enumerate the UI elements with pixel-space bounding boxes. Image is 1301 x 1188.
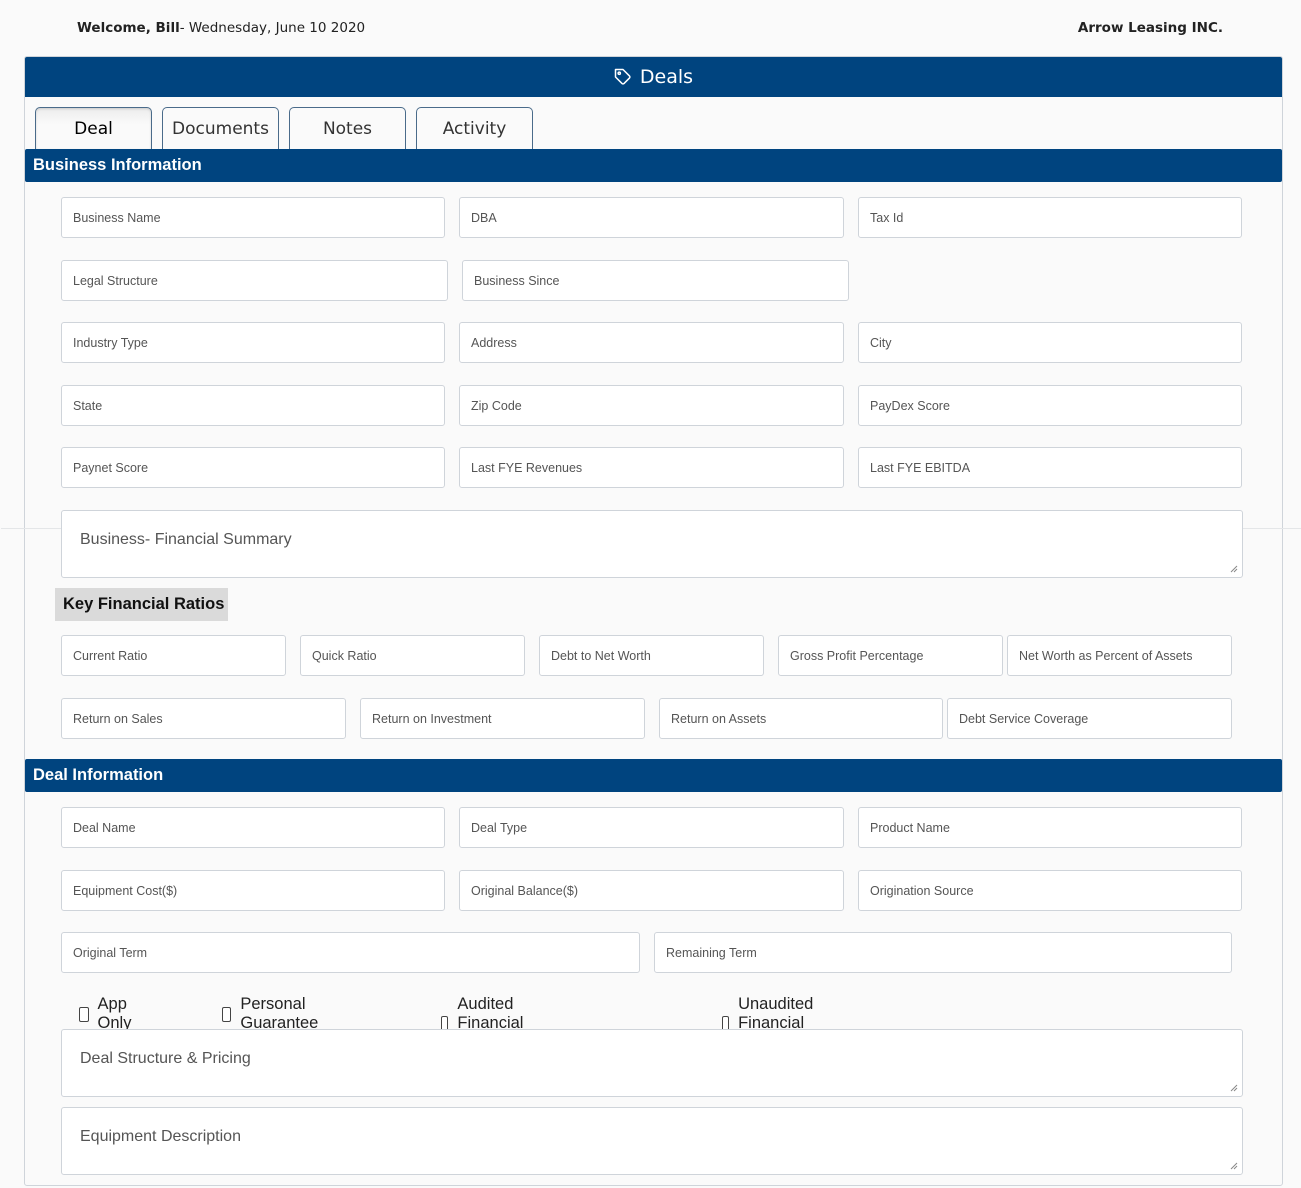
industry-type-field[interactable]: Industry Type bbox=[61, 322, 445, 363]
deals-panel-header: Deals bbox=[25, 57, 1282, 97]
tab-bar: Deal Documents Notes Activity bbox=[35, 107, 543, 149]
dba-field[interactable]: DBA bbox=[459, 197, 844, 238]
deal-information-header: Deal Information bbox=[25, 759, 1282, 792]
last-fye-ebitda-field[interactable]: Last FYE EBITDA bbox=[858, 447, 1242, 488]
remaining-term-field[interactable]: Remaining Term bbox=[654, 932, 1232, 973]
deal-structure-textarea[interactable]: Deal Structure & Pricing bbox=[61, 1029, 1243, 1097]
checkbox-box[interactable] bbox=[79, 1006, 89, 1022]
equipment-cost-field[interactable]: Equipment Cost($) bbox=[61, 870, 445, 911]
tax-id-field[interactable]: Tax Id bbox=[858, 197, 1242, 238]
checkbox-box[interactable] bbox=[222, 1006, 232, 1022]
quick-ratio-field[interactable]: Quick Ratio bbox=[300, 635, 525, 676]
company-name: Arrow Leasing INC. bbox=[1077, 20, 1223, 36]
zip-code-field[interactable]: Zip Code bbox=[459, 385, 844, 426]
original-term-field[interactable]: Original Term bbox=[61, 932, 640, 973]
financial-summary-textarea[interactable]: Business- Financial Summary bbox=[61, 510, 1243, 578]
resize-grip-icon[interactable] bbox=[1230, 1162, 1238, 1170]
gross-profit-percentage-field[interactable]: Gross Profit Percentage bbox=[778, 635, 1003, 676]
top-bar: Welcome, Bill- Wednesday, June 10 2020 A… bbox=[0, 0, 1301, 56]
tab-notes[interactable]: Notes bbox=[289, 107, 406, 149]
deal-type-field[interactable]: Deal Type bbox=[459, 807, 844, 848]
business-information-header: Business Information bbox=[25, 149, 1282, 182]
return-on-investment-field[interactable]: Return on Investment bbox=[360, 698, 645, 739]
deals-panel-title: Deals bbox=[639, 66, 694, 88]
legal-structure-field[interactable]: Legal Structure bbox=[61, 260, 448, 301]
debt-service-coverage-field[interactable]: Debt Service Coverage bbox=[947, 698, 1232, 739]
personal-guarantee-checkbox[interactable]: Personal Guarantee bbox=[222, 995, 324, 1033]
financial-summary-placeholder: Business- Financial Summary bbox=[80, 531, 292, 548]
deals-panel: Deals Deal Documents Notes Activity Busi… bbox=[1, 56, 1301, 1186]
state-field[interactable]: State bbox=[61, 385, 445, 426]
welcome-message: Welcome, Bill- Wednesday, June 10 2020 bbox=[77, 20, 365, 36]
equipment-description-textarea[interactable]: Equipment Description bbox=[61, 1107, 1243, 1175]
app-only-checkbox[interactable]: App Only bbox=[79, 995, 137, 1033]
debt-to-net-worth-field[interactable]: Debt to Net Worth bbox=[539, 635, 764, 676]
business-since-field[interactable]: Business Since bbox=[462, 260, 849, 301]
tag-icon bbox=[614, 68, 631, 85]
tab-documents[interactable]: Documents bbox=[162, 107, 279, 149]
address-field[interactable]: Address bbox=[459, 322, 844, 363]
product-name-field[interactable]: Product Name bbox=[858, 807, 1242, 848]
welcome-date: - Wednesday, June 10 2020 bbox=[179, 20, 366, 36]
deal-name-field[interactable]: Deal Name bbox=[61, 807, 445, 848]
resize-grip-icon[interactable] bbox=[1230, 565, 1238, 573]
key-financial-ratios-heading: Key Financial Ratios bbox=[55, 588, 228, 621]
return-on-sales-field[interactable]: Return on Sales bbox=[61, 698, 346, 739]
return-on-assets-field[interactable]: Return on Assets bbox=[659, 698, 943, 739]
city-field[interactable]: City bbox=[858, 322, 1242, 363]
last-fye-revenues-field[interactable]: Last FYE Revenues bbox=[459, 447, 844, 488]
resize-grip-icon[interactable] bbox=[1230, 1084, 1238, 1092]
deal-structure-placeholder: Deal Structure & Pricing bbox=[80, 1050, 251, 1067]
net-worth-percent-assets-field[interactable]: Net Worth as Percent of Assets bbox=[1007, 635, 1232, 676]
equipment-description-placeholder: Equipment Description bbox=[80, 1128, 241, 1145]
paydex-score-field[interactable]: PayDex Score bbox=[858, 385, 1242, 426]
origination-source-field[interactable]: Origination Source bbox=[858, 870, 1242, 911]
tab-activity[interactable]: Activity bbox=[416, 107, 533, 149]
personal-guarantee-label: Personal Guarantee bbox=[240, 995, 319, 1032]
tab-deal[interactable]: Deal bbox=[35, 107, 152, 149]
current-ratio-field[interactable]: Current Ratio bbox=[61, 635, 286, 676]
original-balance-field[interactable]: Original Balance($) bbox=[459, 870, 844, 911]
welcome-name: Welcome, Bill bbox=[77, 20, 180, 36]
app-only-label: App Only bbox=[97, 995, 132, 1032]
business-name-field[interactable]: Business Name bbox=[61, 197, 445, 238]
paynet-score-field[interactable]: Paynet Score bbox=[61, 447, 445, 488]
